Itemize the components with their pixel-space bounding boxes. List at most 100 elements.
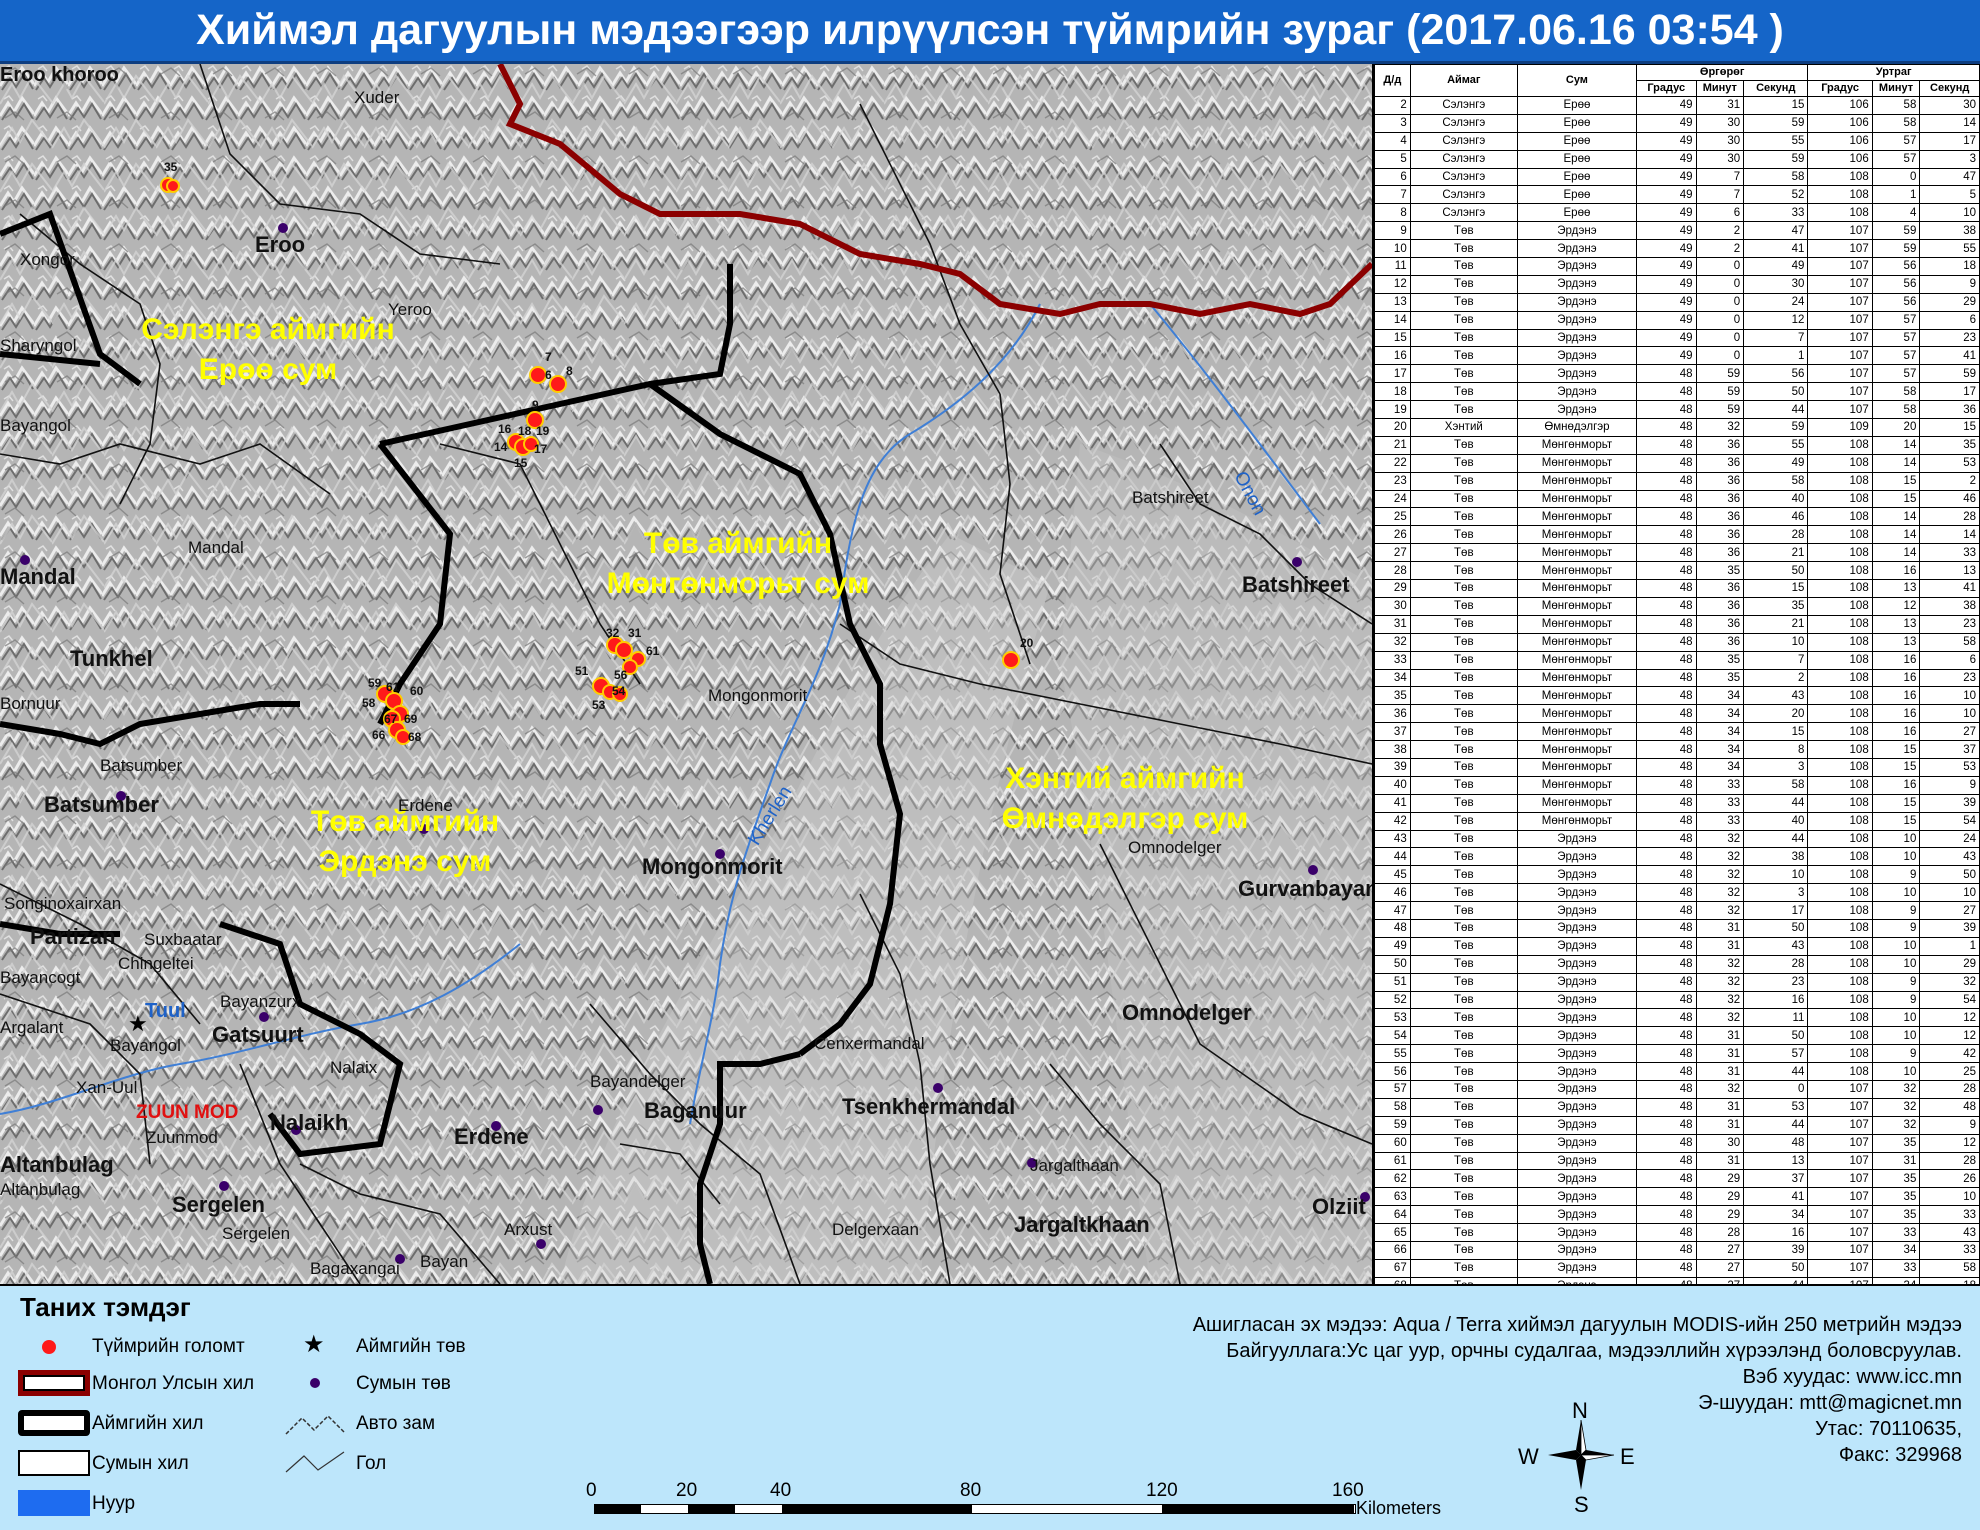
table-cell: 16 [1374,346,1411,366]
table-cell: 34 [1695,686,1745,706]
table-row: 63 Төв Эрдэнэ 48 29 41 107 35 10 [1374,1187,1980,1207]
table-cell: 15 [1743,96,1809,115]
table-cell: 7 [1695,167,1745,187]
table-row: 40 Төв Мөнгөнморьт 48 33 58 108 16 9 [1374,775,1980,795]
table-cell: Сэлэнгэ [1409,167,1518,187]
table-cell: 0 [1871,167,1921,187]
table-cell: 56 [1871,274,1921,294]
table-cell: 47 [1743,221,1809,241]
table-cell: 23 [1919,328,1980,348]
table-cell: 106 [1807,96,1873,115]
table-cell: 9 [1871,918,1921,938]
place-label: Xan-Uul [76,1078,138,1097]
table-cell: Төв [1409,1079,1518,1099]
table-cell: Төв [1409,883,1518,903]
table-cell: 48 [1635,364,1697,384]
table-cell: 10 [1919,704,1980,724]
col-header-min: Минут [1695,80,1745,97]
table-cell: 32 [1695,1008,1745,1028]
scale-bar-seg [594,1504,641,1514]
table-cell: 109 [1807,418,1873,437]
table-cell: 11 [1743,1008,1809,1028]
table-cell: Ерөө [1516,185,1637,205]
table-cell: Төв [1409,1133,1518,1153]
table-cell: 108 [1807,740,1873,759]
table-cell: Эрдэнэ [1516,1079,1637,1099]
col-header-deg: Градус [1807,80,1873,97]
table-cell: Төв [1409,775,1518,795]
col-header-sum: Сум [1516,64,1637,97]
table-cell: 36 [1695,435,1745,455]
table-cell: Төв [1409,310,1518,330]
aimag-center-icon: ★ [303,1331,325,1358]
table-cell: 15 [1871,757,1921,777]
table-cell: Төв [1409,1097,1518,1117]
table-cell: 8 [1374,203,1411,223]
table-row: 22 Төв Мөнгөнморьт 48 36 49 108 14 53 [1374,453,1980,473]
table-cell: 1 [1919,936,1980,956]
table-cell: 108 [1807,954,1873,974]
table-cell: 58 [1919,632,1980,652]
table-cell: 34 [1695,740,1745,759]
table-cell: 48 [1635,418,1697,437]
table-cell: 54 [1374,1026,1411,1046]
table-row: 32 Төв Мөнгөнморьт 48 36 10 108 13 58 [1374,632,1980,652]
table-cell: 57 [1871,149,1921,169]
table-cell: 33 [1871,1258,1921,1278]
table-cell: 43 [1919,1223,1980,1242]
table-cell: 108 [1807,883,1873,903]
table-cell: 108 [1807,185,1873,205]
table-row: 18 Төв Эрдэнэ 48 59 50 107 58 17 [1374,382,1980,402]
place-label: Nalaix [330,1058,378,1077]
table-row: 33 Төв Мөнгөнморьт 48 35 7 108 16 6 [1374,650,1980,670]
table-row: 57 Төв Эрдэнэ 48 32 0 107 32 28 [1374,1079,1980,1099]
place-label: Argalant [0,1018,64,1037]
table-cell: 29 [1695,1187,1745,1207]
table-cell: 49 [1743,453,1809,473]
table-cell: Төв [1409,274,1518,294]
place-label: Tuul [145,1000,186,1022]
table-cell: Төв [1409,543,1518,563]
place-label: Omnodelger [1122,1000,1252,1025]
table-row: 55 Төв Эрдэнэ 48 31 57 108 9 42 [1374,1044,1980,1064]
table-cell: 59 [1374,1115,1411,1135]
table-cell: Төв [1409,489,1518,509]
table-cell: 107 [1807,292,1873,312]
table-cell: 14 [1871,453,1921,473]
place-label: Mandal [0,564,76,589]
table-cell: 108 [1807,650,1873,670]
table-row: 45 Төв Эрдэнэ 48 32 10 108 9 50 [1374,865,1980,885]
fire-map[interactable]: ★ Сэлэнгэ аймгийн Ерөө сум Төв аймгийн Мөн… [0,64,1372,1284]
table-cell: 108 [1807,507,1873,527]
table-cell: 35 [1695,561,1745,581]
table-row: 58 Төв Эрдэнэ 48 31 53 107 32 48 [1374,1097,1980,1117]
table-cell: 57 [1743,1044,1809,1064]
table-cell: Төв [1409,525,1518,545]
table-cell: Төв [1409,346,1518,366]
table-cell: 31 [1695,1062,1745,1081]
col-header-id: Д/д [1374,64,1411,97]
table-cell: Хэнтий [1409,418,1518,437]
table-cell: Эрдэнэ [1516,1097,1637,1117]
river-icon [285,1451,345,1473]
table-cell: 0 [1695,310,1745,330]
map-title: Хиймэл дагуулын мэдээгээр илрүүлсэн түйм… [0,0,1980,64]
col-header-lat: Өргөрөг [1635,64,1809,81]
table-cell: 49 [1635,257,1697,276]
table-cell: 108 [1807,579,1873,598]
table-row: 49 Төв Эрдэнэ 48 31 43 108 10 1 [1374,936,1980,956]
table-cell: 27 [1919,722,1980,742]
table-cell: Төв [1409,1258,1518,1278]
table-cell: 12 [1919,1026,1980,1046]
fire-label: 67 [384,712,398,726]
table-cell: 107 [1807,1276,1873,1284]
info-source: Ашигласан эх мэдээ: Aqua / Terra хиймэл … [1192,1314,1962,1336]
table-row: 37 Төв Мөнгөнморьт 48 34 15 108 16 27 [1374,722,1980,742]
table-cell: Төв [1409,1223,1518,1242]
table-cell: 49 [1635,239,1697,259]
table-cell: Төв [1409,614,1518,634]
table-cell: 14 [1871,507,1921,527]
table-cell: 48 [1635,1223,1697,1242]
table-row: 47 Төв Эрдэнэ 48 32 17 108 9 27 [1374,901,1980,920]
table-cell: 108 [1807,936,1873,956]
